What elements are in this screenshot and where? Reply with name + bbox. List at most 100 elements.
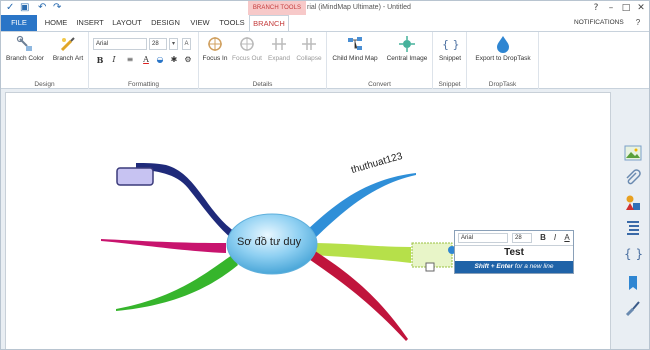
help-icon[interactable]: ? bbox=[589, 1, 603, 15]
focus-out-icon bbox=[240, 37, 254, 51]
branch-art-icon bbox=[60, 37, 75, 52]
notifications-link[interactable]: NOTIFICATIONS bbox=[574, 15, 624, 31]
font-size-select[interactable]: 28 bbox=[149, 38, 167, 50]
bold-button[interactable]: B bbox=[95, 55, 105, 65]
close-button[interactable]: ✕ bbox=[634, 1, 648, 15]
right-sidebar: { } bbox=[613, 89, 649, 349]
expand-label: Expand bbox=[267, 55, 291, 62]
collapse-icon bbox=[302, 38, 316, 50]
editor-hint: Shift + Enter for a new line bbox=[455, 261, 573, 273]
editor-font-color-button[interactable]: A bbox=[562, 233, 572, 243]
tab-tools[interactable]: TOOLS bbox=[216, 15, 248, 31]
format-painter-icon[interactable]: ⚙ bbox=[183, 55, 193, 65]
focus-in-button[interactable]: Focus In bbox=[201, 35, 229, 62]
text-editor-popup: Arial 28 B I A Test Shift + Enter for a … bbox=[454, 230, 574, 274]
title-bar: ✓ ▣ ↶ ↷ BRANCH TOOLS rial (iMindMap Ulti… bbox=[1, 1, 649, 15]
editor-size-select[interactable]: 28 bbox=[512, 233, 532, 243]
child-mind-map-icon bbox=[348, 37, 362, 50]
central-topic-label[interactable]: Sơ đồ tư duy bbox=[237, 236, 301, 248]
branch-color-label: Branch Color bbox=[6, 55, 44, 62]
workspace: Sơ đồ tư duy thuthuat123 Arial 28 B I A … bbox=[1, 89, 649, 349]
group-label-formatting: Formatting bbox=[127, 81, 160, 88]
svg-text:{ }: { } bbox=[442, 38, 459, 51]
shapes-icon[interactable] bbox=[624, 194, 642, 212]
focus-in-label: Focus In bbox=[202, 55, 228, 62]
group-label-design: Design bbox=[34, 81, 55, 88]
redo-icon[interactable]: ↷ bbox=[53, 2, 61, 14]
font-color-icon[interactable]: A bbox=[141, 55, 151, 65]
node-anchor bbox=[425, 262, 435, 272]
maximize-button[interactable]: □ bbox=[619, 1, 633, 15]
font-family-select[interactable]: Arial bbox=[93, 38, 147, 50]
attachment-icon[interactable] bbox=[624, 169, 642, 187]
tab-home[interactable]: HOME bbox=[41, 15, 71, 31]
central-image-button[interactable]: Central Image bbox=[382, 35, 432, 62]
editor-hint-shortcut: Shift + Enter bbox=[474, 263, 513, 270]
mind-map-svg bbox=[101, 163, 456, 341]
app-window: ✓ ▣ ↶ ↷ BRANCH TOOLS rial (iMindMap Ulti… bbox=[0, 0, 650, 350]
group-label-convert: Convert bbox=[368, 81, 391, 88]
editor-text-input[interactable]: Test bbox=[455, 245, 573, 258]
collapse-label: Collapse bbox=[296, 55, 322, 62]
export-droptask-button[interactable]: Export to DropTask bbox=[469, 35, 537, 62]
ribbon-tabs: FILE HOME INSERT LAYOUT DESIGN VIEW TOOL… bbox=[1, 15, 649, 32]
branch-green bbox=[116, 255, 238, 311]
branch-blue bbox=[306, 173, 416, 241]
focus-out-label: Focus Out bbox=[232, 55, 262, 62]
central-image-icon bbox=[399, 36, 415, 52]
tab-design[interactable]: DESIGN bbox=[148, 15, 183, 31]
tab-layout[interactable]: LAYOUT bbox=[110, 15, 144, 31]
mind-map-canvas[interactable]: Sơ đồ tư duy thuthuat123 Arial 28 B I A … bbox=[5, 92, 611, 349]
italic-button[interactable]: I bbox=[109, 55, 119, 65]
window-title: rial (iMindMap Ultimate) - Untitled bbox=[307, 4, 411, 11]
editor-font-select[interactable]: Arial bbox=[458, 233, 508, 243]
group-label-snippet: Snippet bbox=[438, 81, 461, 88]
branch-art-button[interactable]: Branch Art bbox=[49, 35, 87, 62]
editor-bold-button[interactable]: B bbox=[538, 233, 548, 243]
undo-icon[interactable]: ↶ bbox=[38, 2, 46, 14]
group-droptask: Export to DropTask DropTask bbox=[467, 32, 539, 89]
expand-icon bbox=[272, 38, 286, 50]
focus-out-button[interactable]: Focus Out bbox=[230, 35, 264, 62]
text-effects-icon[interactable]: ✱ bbox=[169, 55, 179, 65]
snippet-sidebar-icon[interactable]: { } bbox=[624, 244, 642, 262]
tab-branch[interactable]: BRANCH bbox=[249, 15, 289, 32]
align-icon[interactable]: ≡ bbox=[125, 55, 135, 65]
editor-hint-text: for a new line bbox=[513, 263, 554, 270]
snippet-button[interactable]: { } Snippet bbox=[434, 35, 466, 62]
collapse-button[interactable]: Collapse bbox=[293, 35, 325, 62]
context-tab-branch-tools: BRANCH TOOLS bbox=[248, 1, 306, 15]
group-design: Branch Color Branch Art Design bbox=[1, 32, 89, 89]
central-image-label: Central Image bbox=[386, 55, 428, 62]
subtopic-box bbox=[116, 167, 154, 186]
editor-italic-button[interactable]: I bbox=[550, 233, 560, 243]
brush-icon[interactable] bbox=[624, 299, 642, 317]
branch-magenta bbox=[101, 239, 226, 253]
expand-button[interactable]: Expand bbox=[265, 35, 293, 62]
snippet-icon: { } bbox=[442, 38, 459, 51]
save-icon[interactable]: ▣ bbox=[20, 2, 29, 14]
tab-view[interactable]: VIEW bbox=[187, 15, 213, 31]
snippet-label: Snippet bbox=[438, 55, 462, 62]
branch-color-icon bbox=[16, 35, 32, 51]
child-mind-map-button[interactable]: Child Mind Map bbox=[329, 35, 381, 62]
child-mind-map-label: Child Mind Map bbox=[332, 55, 378, 62]
group-snippet: { } Snippet Snippet bbox=[433, 32, 467, 89]
focus-in-icon bbox=[208, 37, 222, 51]
fill-color-icon[interactable]: ◒ bbox=[155, 55, 165, 65]
tab-file[interactable]: FILE bbox=[1, 15, 37, 31]
group-convert: Child Mind Map Central Image Convert bbox=[327, 32, 433, 89]
image-icon[interactable] bbox=[624, 144, 642, 162]
minimize-button[interactable]: – bbox=[604, 1, 618, 15]
tab-insert[interactable]: INSERT bbox=[74, 15, 106, 31]
ribbon: Branch Color Branch Art Design Arial 28 … bbox=[1, 31, 649, 89]
grow-font-button[interactable]: A bbox=[182, 38, 191, 50]
branch-color-button[interactable]: Branch Color bbox=[3, 35, 47, 62]
tag-icon[interactable] bbox=[624, 274, 642, 292]
branch-art-label: Branch Art bbox=[52, 55, 84, 62]
font-size-spinner[interactable]: ▾ bbox=[169, 38, 178, 50]
list-icon[interactable] bbox=[624, 219, 642, 237]
help-button[interactable]: ? bbox=[632, 17, 644, 29]
group-label-details: Details bbox=[252, 81, 273, 88]
group-details: Focus In Focus Out Expand Collapse Detai… bbox=[199, 32, 327, 89]
